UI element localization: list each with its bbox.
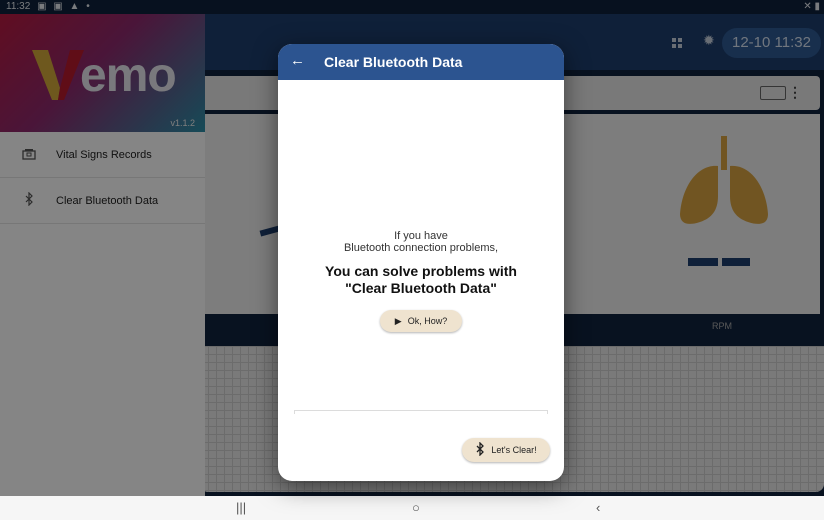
- divider: [294, 410, 295, 414]
- drawer-scrim: [0, 14, 205, 496]
- divider: [294, 410, 548, 411]
- dialog-text-line: Bluetooth connection problems,: [343, 242, 499, 254]
- lets-clear-label: Let's Clear!: [491, 445, 537, 455]
- system-nav-bar: ||| ○ ‹: [0, 496, 824, 520]
- dialog-header: ← Clear Bluetooth Data: [278, 44, 564, 80]
- home-button[interactable]: ○: [412, 500, 420, 515]
- ok-how-label: Ok, How?: [407, 316, 448, 326]
- recent-apps-button[interactable]: |||: [236, 500, 246, 515]
- back-button[interactable]: ‹: [596, 500, 600, 515]
- dialog-text-line: If you have: [394, 230, 448, 242]
- back-arrow-icon[interactable]: ←: [290, 52, 305, 69]
- dialog-headline: "Clear Bluetooth Data": [345, 280, 497, 296]
- screen: 11:32 ▣ ▣ ▲ • ✕ ▮ ✹ 12-10 11:32 ⋮ RPM em…: [0, 0, 824, 520]
- bluetooth-icon: [475, 440, 485, 459]
- ok-how-button[interactable]: ▶ Ok, How?: [380, 310, 462, 332]
- divider: [547, 410, 548, 414]
- clear-bluetooth-dialog: ← Clear Bluetooth Data If you have Bluet…: [278, 44, 564, 481]
- dialog-headline: You can solve problems with: [325, 263, 517, 279]
- dialog-title: Clear Bluetooth Data: [324, 54, 463, 70]
- lets-clear-button[interactable]: Let's Clear!: [462, 438, 550, 462]
- play-icon: ▶: [394, 315, 402, 326]
